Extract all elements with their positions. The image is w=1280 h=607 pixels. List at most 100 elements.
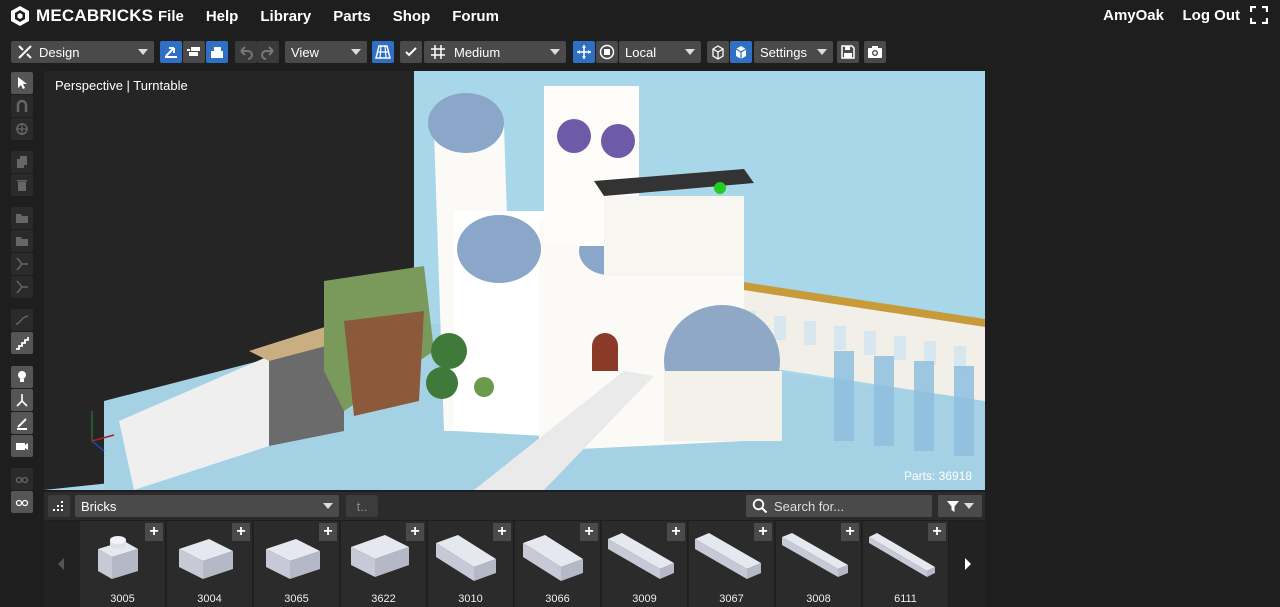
rotate-tool-button[interactable]	[596, 41, 618, 63]
screenshot-button[interactable]	[864, 41, 886, 63]
brick-tile[interactable]: + 3009	[602, 521, 688, 607]
chevron-down-icon	[964, 503, 974, 509]
grid-size-select[interactable]: Medium	[424, 41, 566, 63]
category-select-label: Bricks	[81, 498, 117, 514]
view-mode-label[interactable]: Perspective | Turntable	[55, 78, 188, 93]
brick-tile[interactable]: + 3065	[254, 521, 340, 607]
brick-1x6-icon	[608, 533, 674, 579]
camera-tool-button[interactable]	[11, 435, 33, 457]
add-brick-button[interactable]: +	[145, 523, 163, 541]
palette-next-button[interactable]	[951, 521, 985, 607]
undo-button[interactable]	[235, 41, 257, 63]
lightbulb-icon	[18, 371, 26, 382]
menu-parts[interactable]: Parts	[333, 8, 371, 25]
duplicate-tool-button[interactable]	[11, 151, 33, 173]
settings-select[interactable]: Settings	[754, 41, 833, 63]
palette-prev-button[interactable]	[44, 521, 78, 607]
axis-tool-button[interactable]	[11, 389, 33, 411]
split-axis-icon	[16, 257, 28, 271]
brick-tile[interactable]: + 3010	[428, 521, 514, 607]
merge-tool-button[interactable]	[11, 276, 33, 298]
xray-tool-button[interactable]	[11, 491, 33, 513]
menu-help[interactable]: Help	[206, 8, 239, 25]
add-brick-button[interactable]: +	[754, 523, 772, 541]
category-select[interactable]: Bricks	[75, 495, 339, 517]
split-tool-button[interactable]	[11, 253, 33, 275]
glasses-off-icon	[15, 476, 29, 484]
brick-tile[interactable]: + 3067	[689, 521, 775, 607]
select-connected-button[interactable]	[160, 41, 182, 63]
logout-link[interactable]: Log Out	[1183, 7, 1240, 24]
brick-tile[interactable]: + 3066	[515, 521, 601, 607]
brick-id: 3066	[545, 593, 570, 605]
solid-view-button[interactable]	[730, 41, 752, 63]
add-brick-button[interactable]: +	[232, 523, 250, 541]
step-tool-button[interactable]	[11, 332, 33, 354]
mode-select[interactable]: Design	[11, 41, 154, 63]
import-tool-button[interactable]	[11, 230, 33, 252]
brick-tile[interactable]: + 6111	[863, 521, 949, 607]
grid-icon	[431, 45, 445, 59]
wireframe-button[interactable]	[707, 41, 729, 63]
flex-tool-button[interactable]	[11, 309, 33, 331]
redo-button[interactable]	[257, 41, 279, 63]
user-name-link[interactable]: AmyOak	[1103, 7, 1164, 24]
brick-id: 3009	[632, 593, 657, 605]
menu-file[interactable]: File	[158, 8, 184, 25]
chevron-down-icon	[817, 49, 827, 55]
filter-button[interactable]	[938, 495, 982, 517]
brick-1x8-icon	[782, 533, 848, 577]
add-brick-button[interactable]: +	[319, 523, 337, 541]
move-tool-button[interactable]	[573, 41, 595, 63]
brick-tile[interactable]: + 3008	[776, 521, 862, 607]
add-brick-button[interactable]: +	[667, 523, 685, 541]
check-icon	[405, 47, 417, 57]
menu-shop[interactable]: Shop	[393, 8, 431, 25]
brick-id: 3065	[284, 593, 309, 605]
main-toolbar: Design View Medium Local Settings	[0, 37, 1280, 67]
brick-tile[interactable]: + 3622	[341, 521, 427, 607]
add-brick-button[interactable]: +	[928, 523, 946, 541]
brick-id: 6111	[894, 593, 917, 605]
brick-1x12-icon	[869, 533, 935, 577]
space-select[interactable]: Local	[619, 41, 701, 63]
select-tool-button[interactable]	[11, 72, 33, 94]
trash-icon	[17, 180, 27, 191]
part-search-box[interactable]	[746, 495, 932, 517]
delete-tool-button[interactable]	[11, 174, 33, 196]
hide-tool-button[interactable]	[11, 468, 33, 490]
add-brick-button[interactable]: +	[493, 523, 511, 541]
paint-brush-icon	[17, 418, 27, 430]
logo-text: MECABRICKS	[36, 6, 154, 25]
curve-icon	[15, 315, 29, 325]
brick-tile[interactable]: + 3005	[80, 521, 166, 607]
brick-1x4-no-stud-icon	[523, 535, 583, 581]
pivot-tool-button[interactable]	[11, 118, 33, 140]
paste-bricks-button[interactable]	[206, 41, 228, 63]
parent-folder-button[interactable]: t..	[346, 495, 378, 517]
search-input[interactable]	[772, 497, 926, 515]
chevron-left-icon	[58, 558, 64, 570]
paint-tool-button[interactable]	[11, 412, 33, 434]
brick-tile[interactable]: + 3004	[167, 521, 253, 607]
copy-bricks-button[interactable]	[183, 41, 205, 63]
mecabricks-logo[interactable]: MECABRICKS	[10, 5, 153, 27]
3d-viewport[interactable]	[44, 71, 985, 490]
export-tool-button[interactable]	[11, 207, 33, 229]
chevron-down-icon	[138, 49, 148, 55]
save-button[interactable]	[837, 41, 859, 63]
magnet-tool-button[interactable]	[11, 95, 33, 117]
snap-toggle-button[interactable]	[400, 41, 422, 63]
add-brick-button[interactable]: +	[841, 523, 859, 541]
view-select[interactable]: View	[285, 41, 367, 63]
add-brick-button[interactable]: +	[580, 523, 598, 541]
settings-select-label: Settings	[760, 44, 807, 60]
floppy-disk-icon	[841, 45, 855, 59]
light-tool-button[interactable]	[11, 366, 33, 388]
grid-floor-button[interactable]	[372, 41, 394, 63]
library-grid-button[interactable]	[48, 495, 70, 517]
menu-library[interactable]: Library	[260, 8, 311, 25]
add-brick-button[interactable]: +	[406, 523, 424, 541]
fullscreen-icon[interactable]	[1250, 6, 1268, 24]
menu-forum[interactable]: Forum	[452, 8, 499, 25]
